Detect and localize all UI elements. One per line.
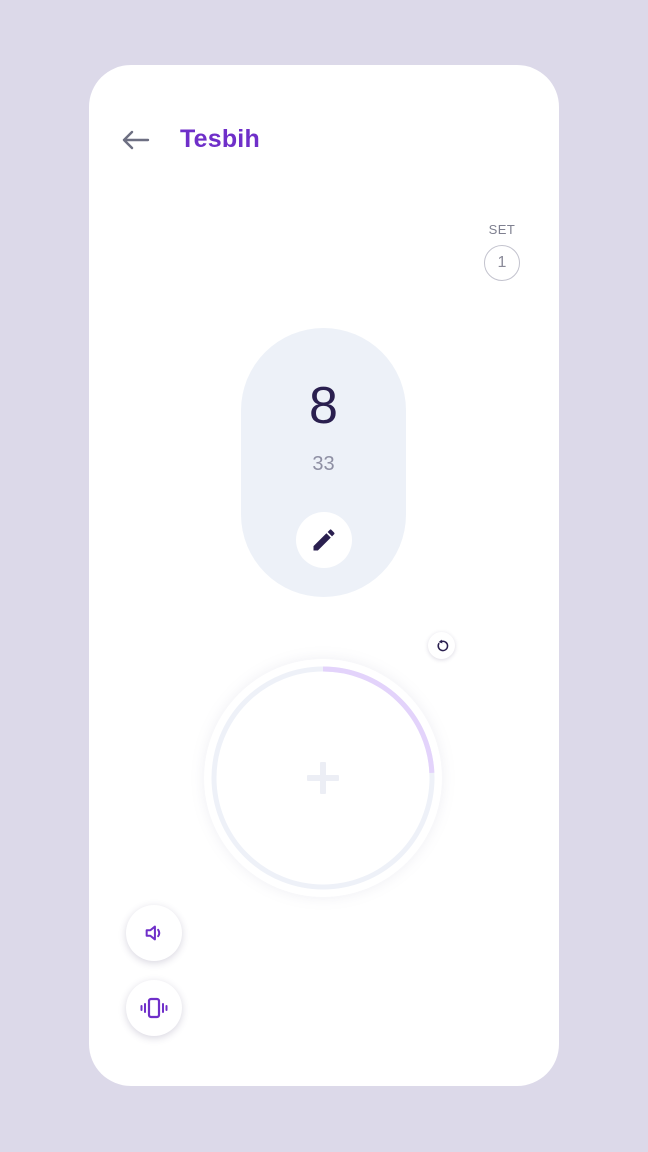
- set-indicator: SET 1: [477, 221, 527, 281]
- vibrate-toggle-button[interactable]: [126, 980, 182, 1036]
- progress-ring: [211, 666, 435, 890]
- count-display: 8 33: [241, 328, 406, 597]
- sound-toggle-button[interactable]: [126, 905, 182, 961]
- set-count-badge: 1: [484, 245, 520, 281]
- vibrate-icon: [140, 997, 168, 1019]
- page-title: Tesbih: [180, 125, 260, 153]
- arrow-left-icon: [122, 130, 150, 150]
- set-label: SET: [488, 222, 516, 237]
- pencil-icon: [313, 529, 335, 551]
- tap-counter-button[interactable]: [204, 659, 442, 897]
- back-button[interactable]: [117, 125, 153, 155]
- edit-target-button[interactable]: [296, 512, 352, 568]
- speaker-icon: [145, 925, 161, 941]
- tesbih-screen: Tesbih SET 1 8 33: [89, 65, 559, 1086]
- current-count: 8: [309, 377, 338, 435]
- plus-icon: [307, 762, 339, 794]
- reset-icon: [437, 639, 448, 651]
- reset-button[interactable]: [428, 632, 455, 659]
- target-count: 33: [312, 453, 335, 475]
